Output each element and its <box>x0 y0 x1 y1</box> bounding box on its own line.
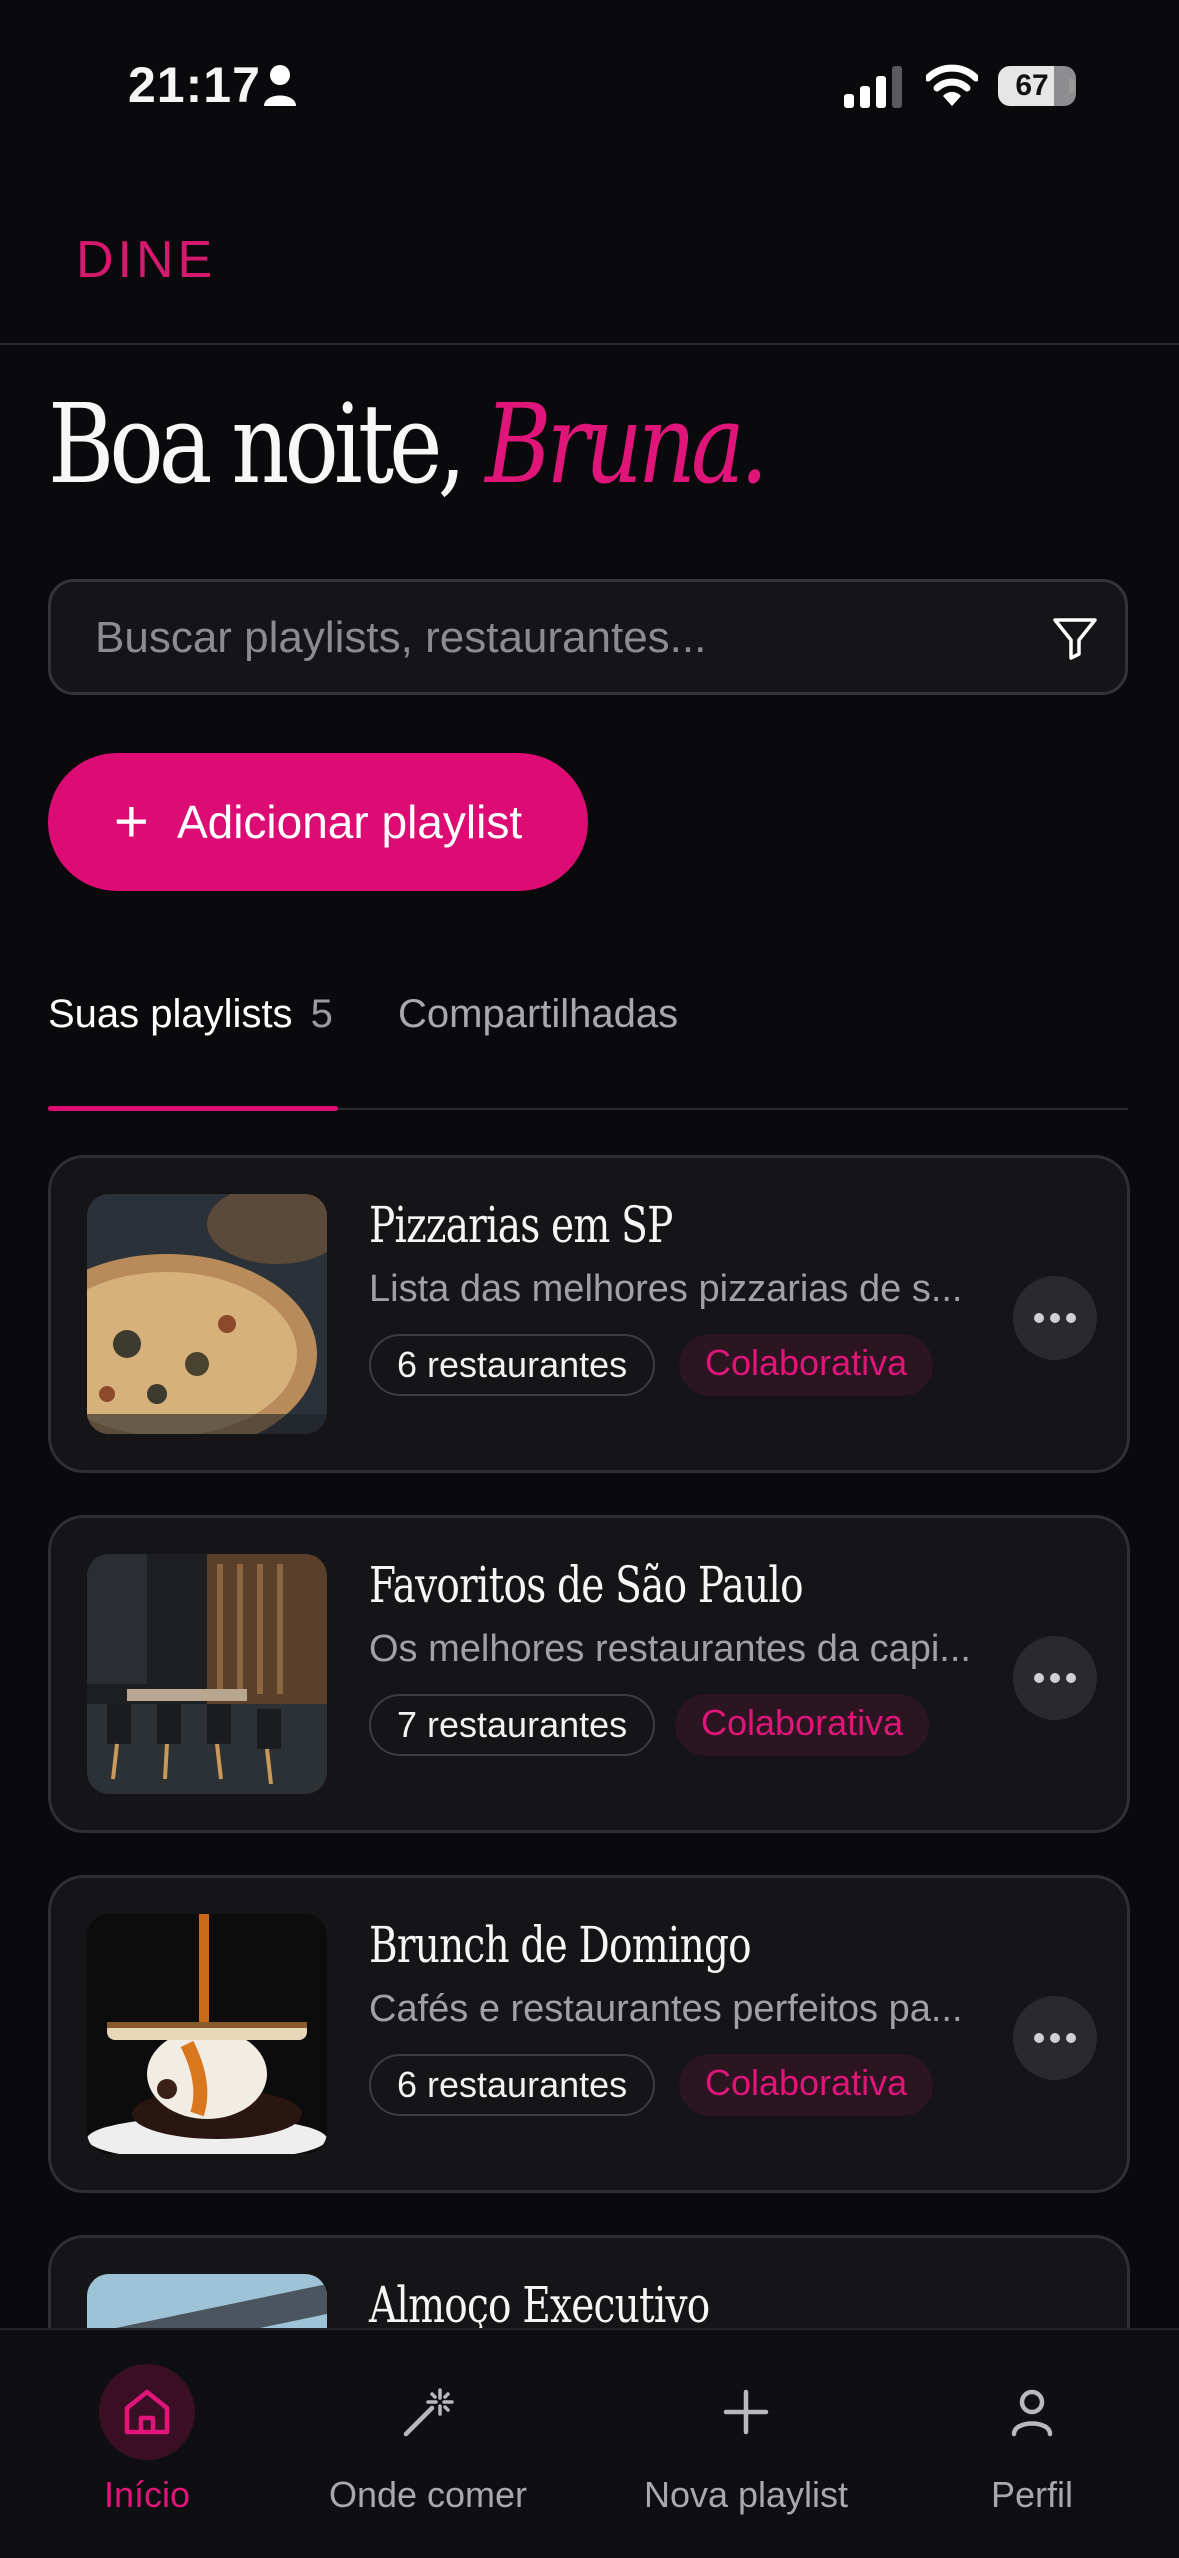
search-bar <box>48 579 1128 695</box>
playlist-description: Cafés e restaurantes perfeitos pa... <box>369 1988 963 2030</box>
nav-where-to-eat-label: Onde comer <box>328 2474 528 2515</box>
status-bar: 21:17 67 <box>0 0 1179 170</box>
more-options-button[interactable] <box>1013 1636 1097 1720</box>
restaurant-interior-photo <box>87 1554 327 1794</box>
playlist-title: Favoritos de São Paulo <box>369 1556 804 1614</box>
plus-icon <box>723 2389 769 2435</box>
plus-icon: + <box>113 788 149 855</box>
nav-new-playlist-label: Nova playlist <box>643 2474 849 2515</box>
more-options-button[interactable] <box>1013 1996 1097 2080</box>
cellular-signal-icon <box>844 66 902 108</box>
nav-profile-label: Perfil <box>990 2474 1074 2515</box>
add-playlist-label: Adicionar playlist <box>176 796 523 848</box>
search-input[interactable] <box>93 582 997 694</box>
more-options-button[interactable] <box>1013 1276 1097 1360</box>
playlist-description: Os melhores restaurantes da capi... <box>369 1628 969 1670</box>
playlist-card[interactable]: Brunch de Domingo Cafés e restaurantes p… <box>48 1875 1130 2193</box>
playlist-tabs: Suas playlists 5 Compartilhadas <box>48 980 1128 1111</box>
greeting-user-name: Bruna. <box>485 380 768 508</box>
dessert-photo <box>87 1914 327 2154</box>
greeting-heading: Boa noite, Bruna. <box>48 380 769 508</box>
battery-indicator: 67 <box>998 66 1076 108</box>
filter-icon[interactable] <box>1051 614 1099 662</box>
restaurant-count-badge: 6 restaurantes <box>369 1334 656 1396</box>
nav-home[interactable]: Início <box>52 2364 242 2516</box>
restaurant-count-badge: 7 restaurantes <box>369 1694 656 1756</box>
nav-home-label: Início <box>103 2474 191 2515</box>
collaborative-badge: Colaborativa <box>679 2054 934 2116</box>
collaborative-badge: Colaborativa <box>675 1694 930 1756</box>
tab-shared[interactable]: Compartilhadas <box>398 992 678 1037</box>
tab-your-playlists-count: 5 <box>310 992 333 1036</box>
playlist-card[interactable]: Pizzarias em SP Lista das melhores pizza… <box>48 1155 1130 1473</box>
person-icon <box>264 65 296 106</box>
battery-percentage: 67 <box>1015 69 1049 102</box>
magic-wand-icon <box>403 2388 454 2437</box>
nav-profile[interactable]: Perfil <box>952 2364 1112 2516</box>
playlist-title: Almoço Executivo <box>369 2276 710 2334</box>
playlist-description: Lista das melhores pizzarias de s... <box>369 1268 963 1310</box>
status-time: 21:17 <box>128 57 261 113</box>
playlist-card[interactable]: Favoritos de São Paulo Os melhores resta… <box>48 1515 1130 1833</box>
wifi-icon <box>926 64 978 106</box>
person-icon <box>1011 2389 1053 2437</box>
nav-where-to-eat[interactable]: Onde comer <box>318 2364 538 2516</box>
home-icon <box>124 2389 170 2435</box>
playlist-title: Brunch de Domingo <box>369 1916 752 1974</box>
playlist-title: Pizzarias em SP <box>369 1196 673 1254</box>
tab-your-playlists[interactable]: Suas playlists 5 <box>48 992 333 1037</box>
app-header: DINE <box>0 170 1179 345</box>
add-playlist-button[interactable]: + Adicionar playlist <box>48 753 588 891</box>
greeting-prefix: Boa noite, <box>48 380 486 508</box>
restaurant-count-badge: 6 restaurantes <box>369 2054 656 2116</box>
active-tab-indicator <box>48 1106 338 1111</box>
nav-new-playlist[interactable]: Nova playlist <box>630 2364 862 2516</box>
collaborative-badge: Colaborativa <box>679 1334 934 1396</box>
tab-your-playlists-label: Suas playlists <box>48 992 293 1036</box>
pizza-photo <box>87 1194 327 1434</box>
bottom-tab-bar: Início Onde comer Nova playlist Perfil <box>0 2328 1179 2558</box>
brand-logo: DINE <box>76 231 217 289</box>
